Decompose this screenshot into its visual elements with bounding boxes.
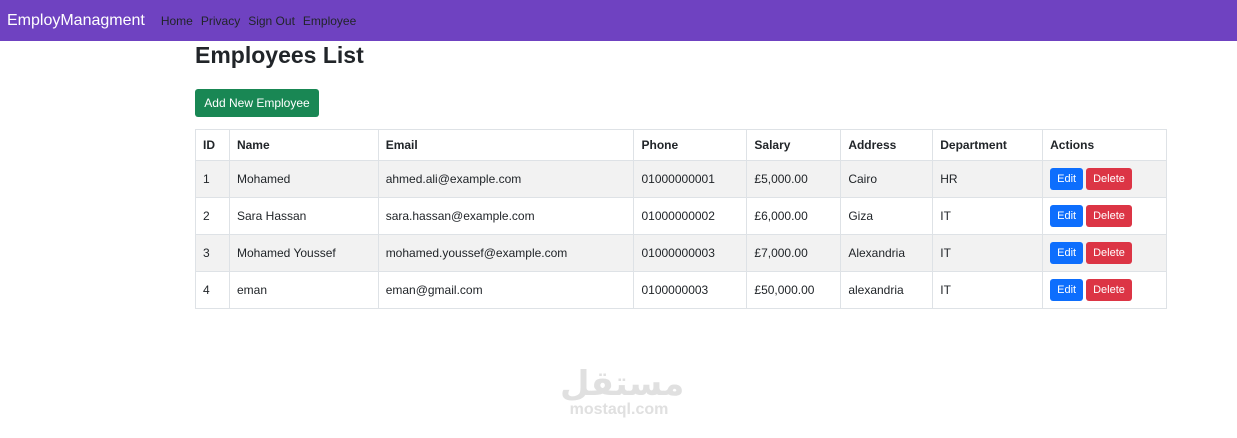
watermark-logo: مستقل bbox=[560, 364, 685, 404]
table-row: 1 Mohamed ahmed.ali@example.com 01000000… bbox=[195, 160, 1167, 198]
cell-email: ahmed.ali@example.com bbox=[377, 160, 635, 198]
page-title: Employees List bbox=[195, 42, 364, 68]
brand-link[interactable]: EmployManagment bbox=[7, 12, 145, 30]
cell-department: HR bbox=[932, 160, 1044, 198]
cell-email: eman@gmail.com bbox=[377, 271, 635, 309]
cell-address: Alexandria bbox=[840, 234, 934, 272]
edit-button[interactable]: Edit bbox=[1050, 242, 1084, 264]
cell-id: 1 bbox=[195, 160, 230, 198]
add-new-employee-button[interactable]: Add New Employee bbox=[195, 89, 319, 117]
header-phone: Phone bbox=[633, 129, 748, 161]
nav-link-home[interactable]: Home bbox=[161, 14, 193, 28]
cell-actions: Edit Delete bbox=[1042, 234, 1167, 272]
cell-department: IT bbox=[932, 271, 1044, 309]
header-salary: Salary bbox=[746, 129, 842, 161]
cell-salary: £6,000.00 bbox=[746, 197, 842, 235]
cell-name: Mohamed Youssef bbox=[228, 234, 379, 272]
edit-button[interactable]: Edit bbox=[1050, 205, 1084, 227]
edit-button[interactable]: Edit bbox=[1050, 279, 1084, 301]
header-department: Department bbox=[932, 129, 1044, 161]
nav-link-employee[interactable]: Employee bbox=[303, 14, 356, 28]
cell-phone: 0100000003 bbox=[633, 271, 748, 309]
nav-link-privacy[interactable]: Privacy bbox=[201, 14, 240, 28]
cell-actions: Edit Delete bbox=[1042, 160, 1167, 198]
table-row: 2 Sara Hassan sara.hassan@example.com 01… bbox=[195, 197, 1167, 235]
cell-department: IT bbox=[932, 197, 1044, 235]
watermark-text: mostaql.com bbox=[569, 401, 669, 418]
mostaql-watermark: مستقل mostaql.com bbox=[560, 364, 685, 419]
cell-name: eman bbox=[228, 271, 379, 309]
cell-actions: Edit Delete bbox=[1042, 271, 1167, 309]
table-header-row: ID Name Email Phone Salary Address Depar… bbox=[195, 129, 1167, 161]
delete-button[interactable]: Delete bbox=[1086, 242, 1132, 264]
delete-button[interactable]: Delete bbox=[1086, 279, 1132, 301]
employees-table: ID Name Email Phone Salary Address Depar… bbox=[195, 129, 1167, 309]
cell-department: IT bbox=[932, 234, 1044, 272]
header-id: ID bbox=[195, 129, 230, 161]
header-name: Name bbox=[228, 129, 379, 161]
table-row: 3 Mohamed Youssef mohamed.youssef@exampl… bbox=[195, 234, 1167, 272]
cell-address: Giza bbox=[840, 197, 934, 235]
cell-id: 4 bbox=[195, 271, 230, 309]
header-email: Email bbox=[377, 129, 635, 161]
delete-button[interactable]: Delete bbox=[1086, 205, 1132, 227]
nav-link-sign-out[interactable]: Sign Out bbox=[248, 14, 295, 28]
header-actions: Actions bbox=[1042, 129, 1167, 161]
cell-email: mohamed.youssef@example.com bbox=[377, 234, 635, 272]
cell-phone: 01000000002 bbox=[633, 197, 748, 235]
cell-address: Cairo bbox=[840, 160, 934, 198]
cell-email: sara.hassan@example.com bbox=[377, 197, 635, 235]
header-address: Address bbox=[840, 129, 934, 161]
cell-actions: Edit Delete bbox=[1042, 197, 1167, 235]
top-navbar: EmployManagment Home Privacy Sign Out Em… bbox=[0, 0, 1237, 41]
cell-salary: £7,000.00 bbox=[746, 234, 842, 272]
delete-button[interactable]: Delete bbox=[1086, 168, 1132, 190]
cell-name: Sara Hassan bbox=[228, 197, 379, 235]
cell-phone: 01000000003 bbox=[633, 234, 748, 272]
cell-id: 3 bbox=[195, 234, 230, 272]
cell-phone: 01000000001 bbox=[633, 160, 748, 198]
cell-address: alexandria bbox=[840, 271, 934, 309]
cell-salary: £5,000.00 bbox=[746, 160, 842, 198]
edit-button[interactable]: Edit bbox=[1050, 168, 1084, 190]
cell-salary: £50,000.00 bbox=[746, 271, 842, 309]
cell-id: 2 bbox=[195, 197, 230, 235]
table-row: 4 eman eman@gmail.com 0100000003 £50,000… bbox=[195, 271, 1167, 309]
cell-name: Mohamed bbox=[228, 160, 379, 198]
